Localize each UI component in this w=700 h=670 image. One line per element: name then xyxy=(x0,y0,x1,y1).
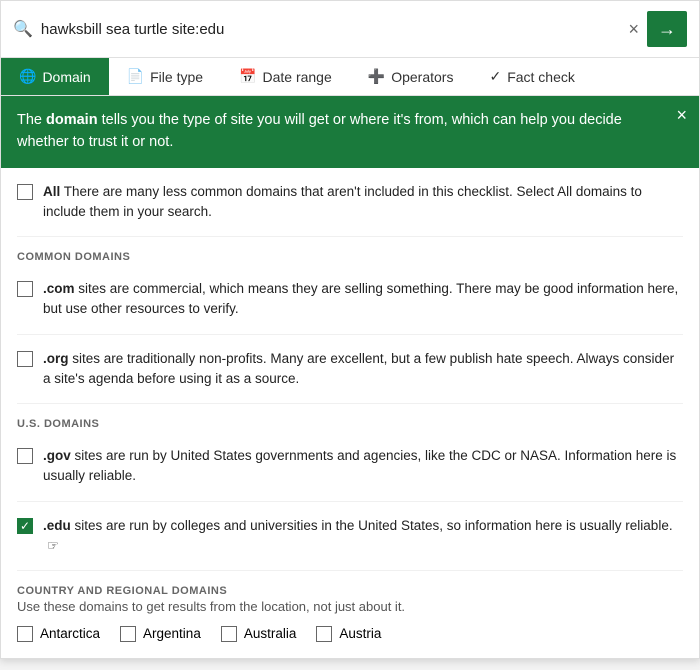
org-key: .org xyxy=(43,351,69,366)
tabs-bar: 🌐 Domain 📄 File type 📅 Date range ➕ Oper… xyxy=(1,58,699,96)
factcheck-tab-icon: ✓ xyxy=(489,68,501,85)
austria-item: Austria xyxy=(316,624,381,642)
tab-filetype-label: File type xyxy=(150,69,203,85)
search-bar: 🔍 × → xyxy=(1,1,699,58)
argentina-label: Argentina xyxy=(143,626,201,641)
domain-options-panel: All There are many less common domains t… xyxy=(1,168,699,658)
daterange-tab-icon: 📅 xyxy=(239,68,256,85)
banner-close-button[interactable]: × xyxy=(676,106,687,124)
com-text: .com sites are commercial, which means t… xyxy=(43,279,683,320)
edu-key: .edu xyxy=(43,518,71,533)
banner-text-after: tells you the type of site you will get … xyxy=(17,112,622,150)
australia-item: Australia xyxy=(221,624,297,642)
country-domains-header: COUNTRY AND REGIONAL DOMAINS xyxy=(17,571,683,599)
com-checkbox[interactable] xyxy=(17,281,33,297)
us-domains-header: U.S. DOMAINS xyxy=(17,404,683,432)
edu-description: sites are run by colleges and universiti… xyxy=(71,518,673,533)
edu-text: .edu sites are run by colleges and unive… xyxy=(43,516,683,557)
org-row: .org sites are traditionally non-profits… xyxy=(17,335,683,405)
search-input[interactable] xyxy=(41,21,621,38)
operators-tab-icon: ➕ xyxy=(368,68,385,85)
cursor-icon: ☞ xyxy=(47,536,59,556)
org-description: sites are traditionally non-profits. Man… xyxy=(43,351,674,386)
info-banner: The domain tells you the type of site yo… xyxy=(1,96,699,168)
tab-factcheck[interactable]: ✓ Fact check xyxy=(471,58,592,95)
antarctica-item: Antarctica xyxy=(17,624,100,642)
tab-filetype[interactable]: 📄 File type xyxy=(109,58,221,95)
country-grid: Antarctica Argentina Australia Austria xyxy=(17,624,683,658)
tab-operators[interactable]: ➕ Operators xyxy=(350,58,472,95)
org-text: .org sites are traditionally non-profits… xyxy=(43,349,683,390)
main-container: 🔍 × → 🌐 Domain 📄 File type 📅 Date range … xyxy=(0,0,700,659)
com-description: sites are commercial, which means they a… xyxy=(43,281,678,316)
search-go-button[interactable]: → xyxy=(647,11,687,47)
banner-text-before: The xyxy=(17,112,46,128)
edu-row: .edu sites are run by colleges and unive… xyxy=(17,502,683,572)
austria-label: Austria xyxy=(339,626,381,641)
austria-checkbox[interactable] xyxy=(316,626,332,642)
australia-checkbox[interactable] xyxy=(221,626,237,642)
tab-daterange-label: Date range xyxy=(262,69,331,85)
gov-row: .gov sites are run by United States gove… xyxy=(17,432,683,502)
argentina-item: Argentina xyxy=(120,624,201,642)
all-key: All xyxy=(43,184,60,199)
argentina-checkbox[interactable] xyxy=(120,626,136,642)
gov-description: sites are run by United States governmen… xyxy=(43,448,676,483)
all-checkbox[interactable] xyxy=(17,184,33,200)
common-domains-header: COMMON DOMAINS xyxy=(17,237,683,265)
filetype-tab-icon: 📄 xyxy=(127,68,144,85)
tab-domain-label: Domain xyxy=(42,69,90,85)
domain-tab-icon: 🌐 xyxy=(19,68,36,85)
gov-key: .gov xyxy=(43,448,71,463)
search-icon: 🔍 xyxy=(13,19,33,39)
all-description: There are many less common domains that … xyxy=(43,184,642,219)
tab-operators-label: Operators xyxy=(391,69,453,85)
country-section: COUNTRY AND REGIONAL DOMAINS Use these d… xyxy=(17,571,683,658)
gov-checkbox[interactable] xyxy=(17,448,33,464)
com-key: .com xyxy=(43,281,75,296)
all-option-row: All There are many less common domains t… xyxy=(17,168,683,238)
all-option-text: All There are many less common domains t… xyxy=(43,182,683,223)
antarctica-label: Antarctica xyxy=(40,626,100,641)
org-checkbox[interactable] xyxy=(17,351,33,367)
com-row: .com sites are commercial, which means t… xyxy=(17,265,683,335)
tab-factcheck-label: Fact check xyxy=(507,69,575,85)
australia-label: Australia xyxy=(244,626,297,641)
country-domains-desc: Use these domains to get results from th… xyxy=(17,599,683,614)
tab-daterange[interactable]: 📅 Date range xyxy=(221,58,350,95)
clear-button[interactable]: × xyxy=(628,20,639,38)
gov-text: .gov sites are run by United States gove… xyxy=(43,446,683,487)
tab-domain[interactable]: 🌐 Domain xyxy=(1,58,109,95)
banner-bold-word: domain xyxy=(46,112,98,128)
edu-checkbox[interactable] xyxy=(17,518,33,534)
antarctica-checkbox[interactable] xyxy=(17,626,33,642)
